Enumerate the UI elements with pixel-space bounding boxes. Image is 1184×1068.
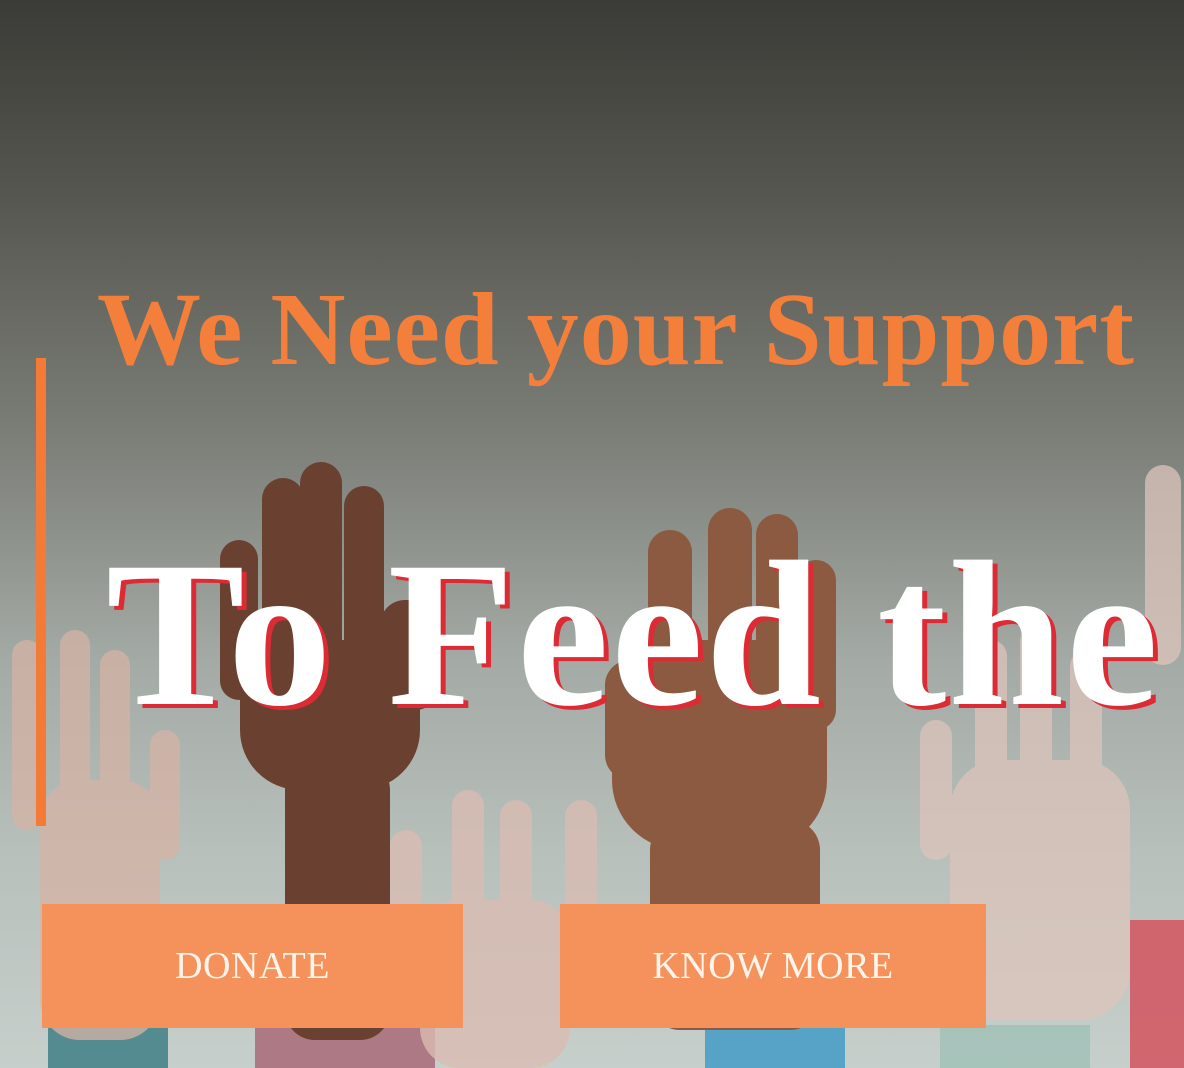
know-more-button[interactable]: KNOW MORE [560,904,986,1028]
tagline: We Need your Support [97,272,1135,387]
hero-banner: We Need your Support To Feed the DONATE … [0,0,1184,1068]
donate-button[interactable]: DONATE [42,904,463,1028]
headline: To Feed the [106,519,1161,749]
accent-bar [36,358,46,826]
